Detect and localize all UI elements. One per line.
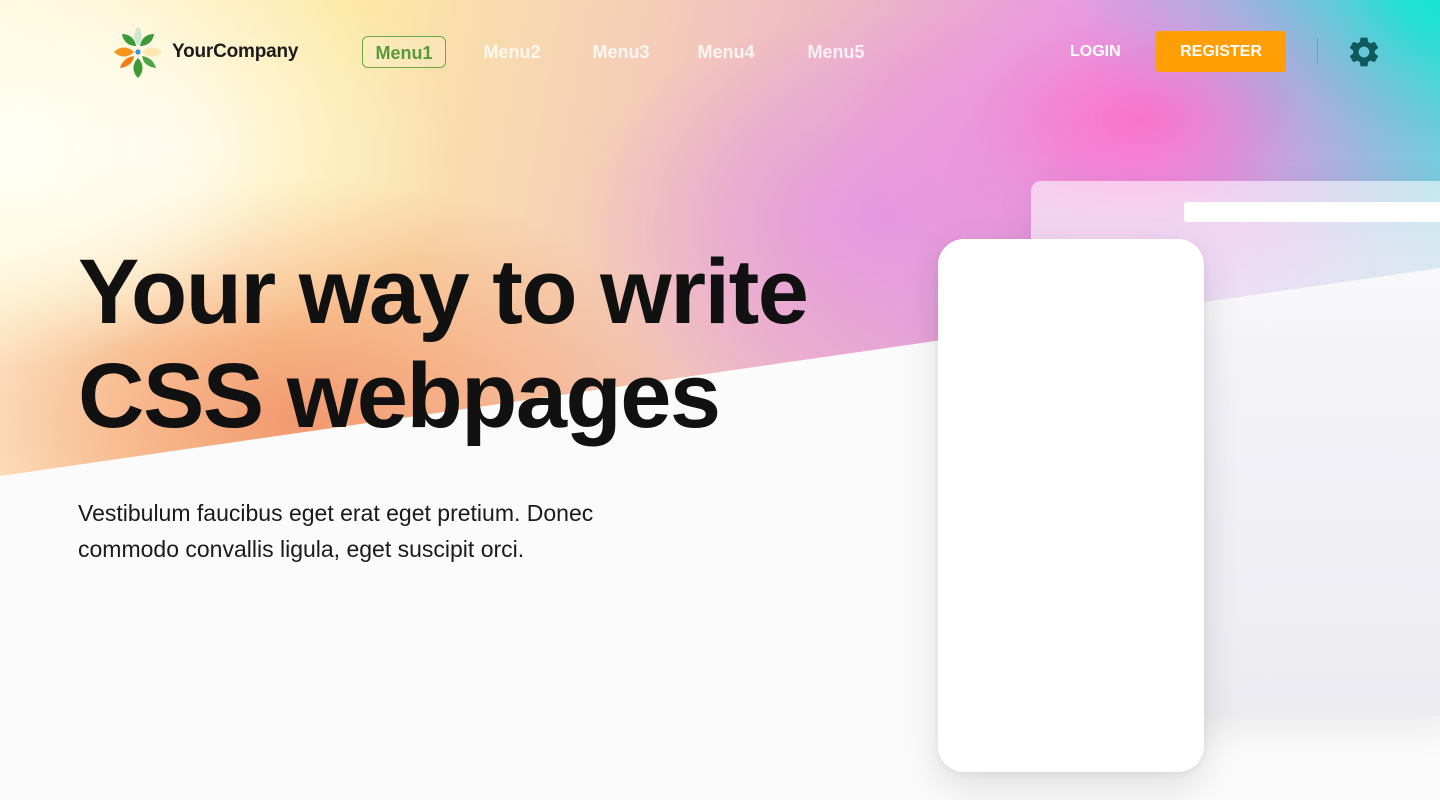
nav-item-menu5[interactable]: Menu5 [794,36,878,68]
brand-name: YourCompany [172,41,299,62]
site-header: YourCompany Menu1 Menu2 Menu3 Menu4 Menu… [0,0,1440,104]
nav-item-menu1[interactable]: Menu1 [362,36,446,68]
brand-logo[interactable]: YourCompany [112,24,298,80]
gear-icon [1349,37,1379,67]
landing-page: YourCompany Menu1 Menu2 Menu3 Menu4 Menu… [0,0,1440,800]
nav-item-menu2[interactable]: Menu2 [470,36,554,68]
settings-button[interactable] [1346,34,1382,70]
flower-logo-icon [114,26,162,78]
desktop-mockup-topbar [1184,202,1440,222]
hero-subtitle: Vestibulum faucibus eget erat eget preti… [78,500,594,562]
nav-item-menu3[interactable]: Menu3 [579,36,663,68]
nav-item-menu4[interactable]: Menu4 [684,36,768,68]
hero-title-line-2: CSS webpages [78,345,721,447]
hero-title: Your way to write CSS webpages [78,240,938,448]
phone-mockup-illustration [938,239,1204,772]
hero-title-line-1: Your way to write [78,241,809,343]
login-link[interactable]: LOGIN [1070,36,1121,68]
register-button[interactable]: REGISTER [1156,31,1286,72]
header-divider [1317,38,1318,64]
